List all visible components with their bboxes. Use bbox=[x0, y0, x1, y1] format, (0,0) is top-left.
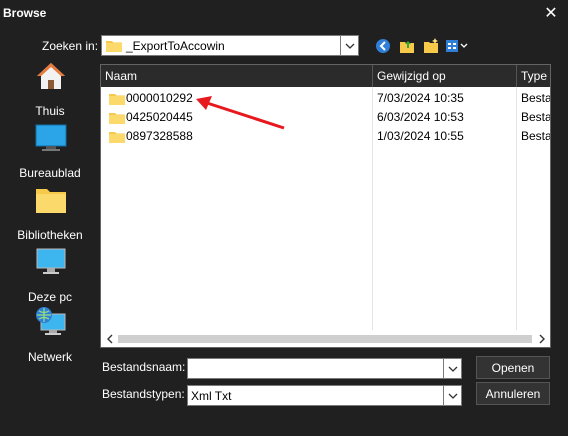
place-label: Bibliotheken bbox=[17, 228, 83, 242]
filetype-dropdown-button[interactable] bbox=[443, 386, 461, 405]
home-icon bbox=[37, 63, 65, 89]
back-icon bbox=[376, 39, 390, 53]
place-desktop[interactable]: Bureaublad bbox=[10, 122, 90, 180]
file-type: Besta bbox=[521, 110, 551, 124]
folder-icon bbox=[109, 94, 125, 105]
file-modified: 7/03/2024 10:35 bbox=[377, 91, 464, 105]
open-button[interactable]: Openen bbox=[476, 356, 550, 379]
column-header-name[interactable]: Naam bbox=[101, 65, 373, 87]
up-folder-button[interactable] bbox=[397, 36, 417, 56]
place-label: Thuis bbox=[35, 104, 65, 118]
file-type: Besta bbox=[521, 91, 551, 105]
filetype-select[interactable]: Xml Txt bbox=[187, 385, 462, 406]
window-title: Browse bbox=[3, 6, 47, 20]
place-home[interactable]: Thuis bbox=[10, 60, 90, 118]
filetype-value: Xml Txt bbox=[191, 389, 232, 403]
column-header-modified[interactable]: Gewijzigd op bbox=[373, 65, 517, 87]
file-type: Besta bbox=[521, 129, 551, 143]
scroll-left-button[interactable] bbox=[101, 330, 118, 347]
column-header-row: Naam Gewijzigd op Type bbox=[101, 65, 550, 87]
filename-label: Bestandsnaam: bbox=[102, 360, 186, 374]
chevron-down-icon bbox=[345, 43, 354, 49]
back-button[interactable] bbox=[373, 36, 393, 56]
file-list[interactable]: Naam Gewijzigd op Type 0000010292 7/03/2… bbox=[100, 64, 551, 348]
place-this-pc[interactable]: Deze pc bbox=[10, 246, 90, 304]
place-label: Bureaublad bbox=[19, 166, 81, 180]
network-icon bbox=[36, 307, 66, 335]
folder-icon bbox=[109, 132, 125, 143]
close-icon[interactable]: ✕ bbox=[540, 2, 562, 24]
desktop-icon bbox=[35, 124, 67, 151]
place-label: Netwerk bbox=[27, 350, 72, 364]
scrollbar-thumb[interactable] bbox=[118, 335, 532, 343]
file-name: 0000010292 bbox=[126, 91, 193, 105]
file-row[interactable]: 0425020445 6/03/2024 10:53 Besta bbox=[101, 108, 551, 127]
horizontal-scrollbar[interactable] bbox=[101, 330, 550, 347]
file-row[interactable]: 0000010292 7/03/2024 10:35 Besta bbox=[101, 89, 551, 108]
chevron-down-icon bbox=[448, 366, 457, 372]
new-folder-icon bbox=[424, 38, 438, 53]
filetype-label: Bestandstypen: bbox=[102, 387, 185, 401]
view-menu-icon bbox=[446, 40, 468, 52]
place-libraries[interactable]: Bibliotheken bbox=[10, 184, 90, 242]
place-label: Deze pc bbox=[27, 290, 73, 304]
filename-field[interactable] bbox=[187, 358, 462, 379]
up-folder-icon bbox=[400, 41, 414, 53]
file-name: 0425020445 bbox=[126, 110, 193, 124]
chevron-left-icon bbox=[106, 334, 112, 343]
chevron-down-icon bbox=[448, 393, 457, 399]
lookin-combo[interactable]: _ExportToAccowin bbox=[101, 35, 359, 56]
column-header-type[interactable]: Type bbox=[517, 65, 550, 87]
file-name: 0897328588 bbox=[126, 129, 193, 143]
computer-icon bbox=[36, 248, 66, 274]
file-modified: 1/03/2024 10:55 bbox=[377, 129, 464, 143]
lookin-label: Zoeken in: bbox=[42, 39, 99, 53]
libraries-icon bbox=[36, 189, 66, 213]
scroll-right-button[interactable] bbox=[533, 330, 550, 347]
filename-dropdown-button[interactable] bbox=[443, 359, 461, 378]
cancel-button[interactable]: Annuleren bbox=[476, 382, 550, 405]
chevron-right-icon bbox=[539, 334, 545, 343]
file-modified: 6/03/2024 10:53 bbox=[377, 110, 464, 124]
lookin-value: _ExportToAccowin bbox=[126, 39, 225, 53]
title-bar: Browse ✕ bbox=[0, 0, 568, 26]
new-folder-button[interactable] bbox=[421, 36, 441, 56]
place-network[interactable]: Netwerk bbox=[10, 306, 90, 364]
view-menu-button[interactable] bbox=[444, 36, 470, 56]
file-row[interactable]: 0897328588 1/03/2024 10:55 Besta bbox=[101, 127, 551, 146]
folder-icon bbox=[106, 41, 122, 52]
folder-icon bbox=[109, 113, 125, 124]
lookin-dropdown-button[interactable] bbox=[340, 36, 358, 55]
